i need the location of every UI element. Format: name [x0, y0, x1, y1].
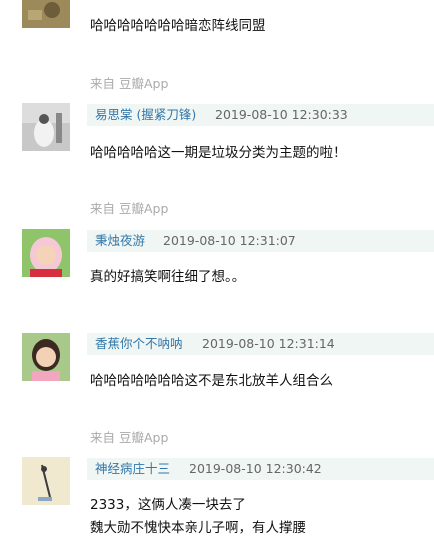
timestamp: 2019-08-10 12:31:07: [163, 233, 296, 248]
avatar[interactable]: [22, 0, 70, 28]
author-link[interactable]: 神经病庄十三: [95, 461, 170, 477]
timestamp: 2019-08-10 12:30:42: [189, 461, 322, 476]
timestamp: 2019-08-10 12:30:33: [215, 107, 348, 122]
comment-text: 2333，这俩人凑一块去了: [90, 497, 246, 513]
comment-header: 秉烛夜游 2019-08-10 12:31:07: [87, 230, 434, 252]
author-link[interactable]: 易思棠 (握紧刀锋): [95, 107, 196, 123]
author-link[interactable]: 秉烛夜游: [95, 233, 145, 249]
timestamp: 2019-08-10 12:31:14: [202, 336, 335, 351]
avatar-bw-image: [22, 103, 70, 151]
avatar-painting-image: [22, 0, 70, 28]
author-link[interactable]: 香蕉你个不呐呐: [95, 336, 183, 352]
avatar[interactable]: [22, 333, 70, 381]
avatar-illustration-image: [22, 457, 70, 505]
comment-text: 魏大勋不愧快本亲儿子啊，有人撑腰: [90, 520, 306, 536]
comment-text: 哈哈哈哈哈哈哈暗恋阵线同盟: [90, 18, 266, 34]
avatar[interactable]: [22, 457, 70, 505]
comment-text: 真的好搞笑啊往细了想。。: [90, 269, 246, 285]
avatar-child-image: [22, 229, 70, 277]
comment-header: 香蕉你个不呐呐 2019-08-10 12:31:14: [87, 333, 434, 355]
comment-source: 来自 豆瓣App: [90, 76, 169, 91]
avatar[interactable]: [22, 229, 70, 277]
comment-text: 哈哈哈哈哈哈哈这不是东北放羊人组合么: [90, 373, 333, 389]
comment-text: 哈哈哈哈哈这一期是垃圾分类为主题的啦！: [90, 145, 347, 161]
comment-header: 神经病庄十三 2019-08-10 12:30:42: [87, 458, 434, 480]
comment-source: 来自 豆瓣App: [90, 430, 169, 445]
comment-header: 易思棠 (握紧刀锋) 2019-08-10 12:30:33: [87, 104, 434, 126]
avatar[interactable]: [22, 103, 70, 151]
comment-source: 来自 豆瓣App: [90, 201, 169, 216]
avatar-girl-image: [22, 333, 70, 381]
